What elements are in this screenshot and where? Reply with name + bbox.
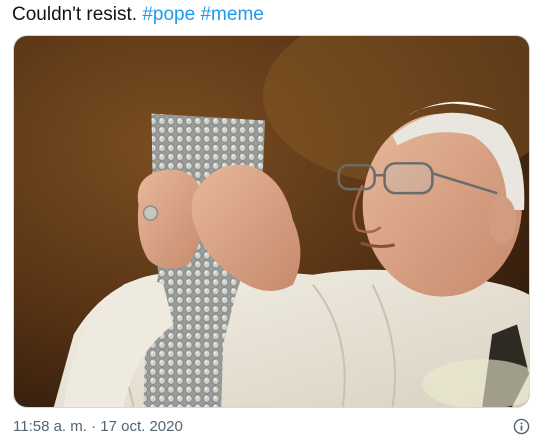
hashtag-pope-link[interactable]: #pope bbox=[142, 4, 195, 25]
info-circle-icon[interactable] bbox=[513, 418, 530, 435]
pope-bubble-wrap-photo bbox=[14, 36, 529, 407]
tweet-text: Couldn't resist. #pope #meme bbox=[12, 3, 264, 27]
tweet-text-body: Couldn't resist. bbox=[12, 4, 143, 25]
tweet: Couldn't resist. #pope #meme 11:58 a. m.… bbox=[0, 0, 543, 437]
hashtag-meme-link[interactable]: #meme bbox=[200, 4, 263, 25]
tweet-photo[interactable] bbox=[13, 35, 530, 408]
tweet-timestamp[interactable]: 11:58 a. m. · 17 oct. 2020 bbox=[13, 418, 183, 436]
